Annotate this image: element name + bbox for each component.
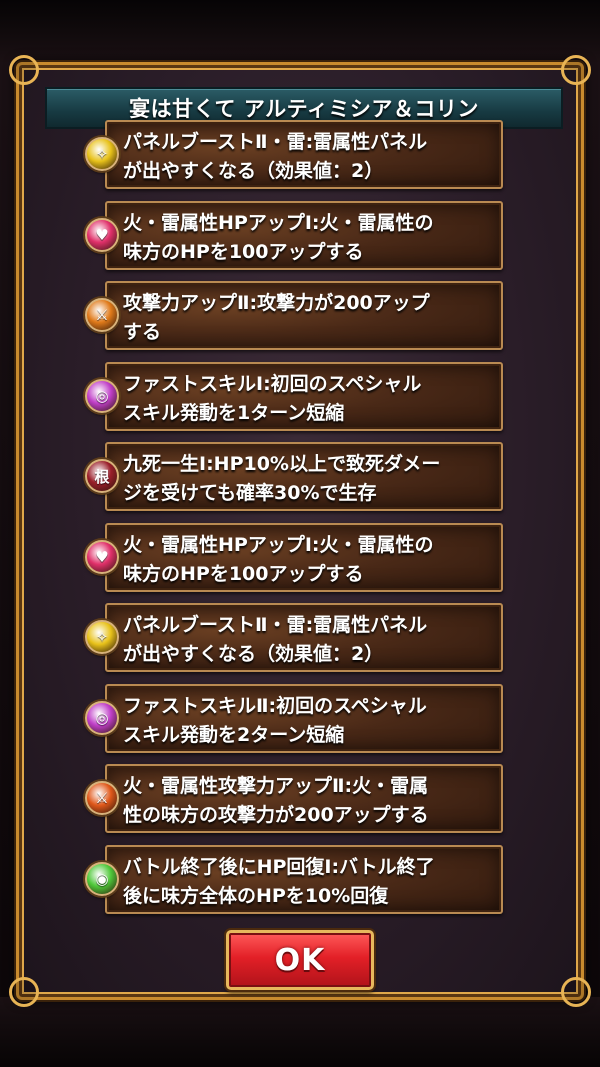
skill-row: 火・雷属性HPアップⅠ:火・雷属性の 味方のHPを100アップする ♥ — [85, 201, 507, 270]
skill-row: 攻撃力アップⅡ:攻撃力が200アップ する ⚔ — [85, 281, 507, 350]
skill-panel: ファストスキルⅠ:初回のスペシャル スキル発動を1ターン短縮 — [105, 362, 503, 431]
skill-panel: ファストスキルⅡ:初回のスペシャル スキル発動を2ターン短縮 — [105, 684, 503, 753]
ok-button[interactable]: OK — [226, 930, 374, 990]
skill-row: 九死一生Ⅰ:HP10%以上で致死ダメー ジを受けても確率30%で生存根 — [85, 442, 507, 511]
dialog-title: 宴は甘くて アルティミシア＆コリン — [129, 97, 479, 121]
skill-row: 火・雷属性HPアップⅠ:火・雷属性の 味方のHPを100アップする ♥ — [85, 523, 507, 592]
skill-description: ファストスキルⅡ:初回のスペシャル スキル発動を2ターン短縮 — [123, 695, 427, 746]
frame-corner-ornament — [561, 55, 591, 85]
skill-dialog: 宴は甘くて アルティミシア＆コリン パネルブーストⅡ・雷:雷属性パネル が出やす… — [9, 55, 591, 1007]
frame-corner-ornament — [561, 977, 591, 1007]
skill-panel: 攻撃力アップⅡ:攻撃力が200アップ する — [105, 281, 503, 350]
skill-panel: パネルブーストⅡ・雷:雷属性パネル が出やすくなる（効果値：2） — [105, 120, 503, 189]
skill-row: ファストスキルⅡ:初回のスペシャル スキル発動を2ターン短縮 ◎ — [85, 684, 507, 753]
clock-orb-icon: ◎ — [85, 379, 119, 413]
skill-description: パネルブーストⅡ・雷:雷属性パネル が出やすくなる（効果値：2） — [123, 131, 428, 182]
skill-description: 九死一生Ⅰ:HP10%以上で致死ダメー ジを受けても確率30%で生存 — [123, 453, 441, 504]
survive-icon: 根 — [85, 459, 119, 493]
skill-panel: 火・雷属性HPアップⅠ:火・雷属性の 味方のHPを100アップする — [105, 523, 503, 592]
thunder-orb-icon: ✧ — [85, 620, 119, 654]
thunder-orb-icon: ✧ — [85, 137, 119, 171]
skill-description: 火・雷属性HPアップⅠ:火・雷属性の 味方のHPを100アップする — [123, 212, 434, 263]
skill-row: 火・雷属性攻撃力アップⅡ:火・雷属 性の味方の攻撃力が200アップする ⚔ — [85, 764, 507, 833]
sword-up-icon: ⚔ — [85, 781, 119, 815]
skill-row: バトル終了後にHP回復Ⅰ:バトル終了 後に味方全体のHPを10%回復 ◉ — [85, 845, 507, 914]
frame-corner-ornament — [9, 55, 39, 85]
skill-panel: バトル終了後にHP回復Ⅰ:バトル終了 後に味方全体のHPを10%回復 — [105, 845, 503, 914]
skill-row: パネルブーストⅡ・雷:雷属性パネル が出やすくなる（効果値：2） ✧ — [85, 120, 507, 189]
clock-orb-icon: ◎ — [85, 701, 119, 735]
skill-description: ファストスキルⅠ:初回のスペシャル スキル発動を1ターン短縮 — [123, 373, 422, 424]
background-top-band — [0, 0, 600, 62]
skill-description: 火・雷属性攻撃力アップⅡ:火・雷属 性の味方の攻撃力が200アップする — [123, 775, 429, 826]
skill-panel: 火・雷属性HPアップⅠ:火・雷属性の 味方のHPを100アップする — [105, 201, 503, 270]
skill-panel: 火・雷属性攻撃力アップⅡ:火・雷属 性の味方の攻撃力が200アップする — [105, 764, 503, 833]
skill-row: パネルブーストⅡ・雷:雷属性パネル が出やすくなる（効果値：2） ✧ — [85, 603, 507, 672]
skill-description: 攻撃力アップⅡ:攻撃力が200アップ する — [123, 292, 430, 343]
skill-description: 火・雷属性HPアップⅠ:火・雷属性の 味方のHPを100アップする — [123, 534, 434, 585]
skill-description: バトル終了後にHP回復Ⅰ:バトル終了 後に味方全体のHPを10%回復 — [123, 856, 435, 907]
frame-corner-ornament — [9, 977, 39, 1007]
background-bottom-band — [0, 997, 600, 1067]
heart-up-icon: ♥ — [85, 540, 119, 574]
skill-panel: パネルブーストⅡ・雷:雷属性パネル が出やすくなる（効果値：2） — [105, 603, 503, 672]
sword-up-icon: ⚔ — [85, 298, 119, 332]
skill-panel: 九死一生Ⅰ:HP10%以上で致死ダメー ジを受けても確率30%で生存 — [105, 442, 503, 511]
skill-row: ファストスキルⅠ:初回のスペシャル スキル発動を1ターン短縮 ◎ — [85, 362, 507, 431]
skill-description: パネルブーストⅡ・雷:雷属性パネル が出やすくなる（効果値：2） — [123, 614, 428, 665]
ok-button-label: OK — [274, 942, 326, 978]
heal-orb-icon: ◉ — [85, 862, 119, 896]
heart-up-icon: ♥ — [85, 218, 119, 252]
